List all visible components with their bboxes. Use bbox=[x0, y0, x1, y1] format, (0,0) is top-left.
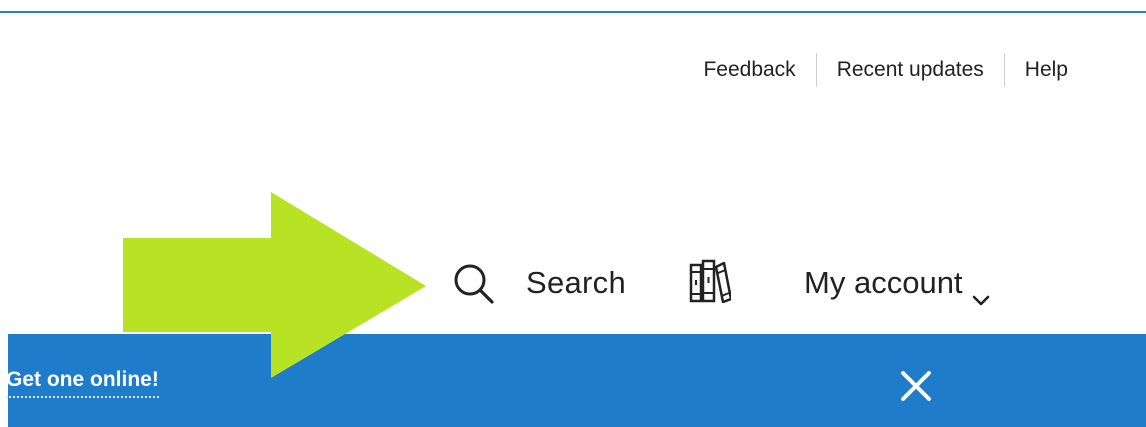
main-nav: Search My account bbox=[452, 256, 991, 310]
help-link[interactable]: Help bbox=[1005, 54, 1068, 86]
get-one-online-link[interactable]: Get one online! bbox=[6, 368, 159, 398]
search-button[interactable]: Search bbox=[452, 262, 626, 304]
top-rule bbox=[0, 11, 1146, 13]
my-account-button[interactable]: My account bbox=[804, 265, 991, 306]
page: Feedback Recent updates Help Search My a… bbox=[0, 0, 1146, 427]
bookshelf-icon bbox=[689, 259, 733, 308]
promo-banner: Get one online! bbox=[6, 334, 1146, 427]
feedback-link[interactable]: Feedback bbox=[703, 54, 815, 86]
my-account-label: My account bbox=[804, 265, 963, 300]
bookshelf-button[interactable] bbox=[684, 259, 736, 307]
search-label: Search bbox=[526, 265, 627, 300]
recent-updates-link[interactable]: Recent updates bbox=[817, 54, 1004, 86]
close-icon bbox=[895, 371, 937, 411]
close-button[interactable] bbox=[895, 365, 937, 407]
chevron-down-icon bbox=[971, 279, 991, 306]
search-icon bbox=[452, 262, 494, 304]
utility-nav: Feedback Recent updates Help bbox=[703, 53, 1068, 87]
